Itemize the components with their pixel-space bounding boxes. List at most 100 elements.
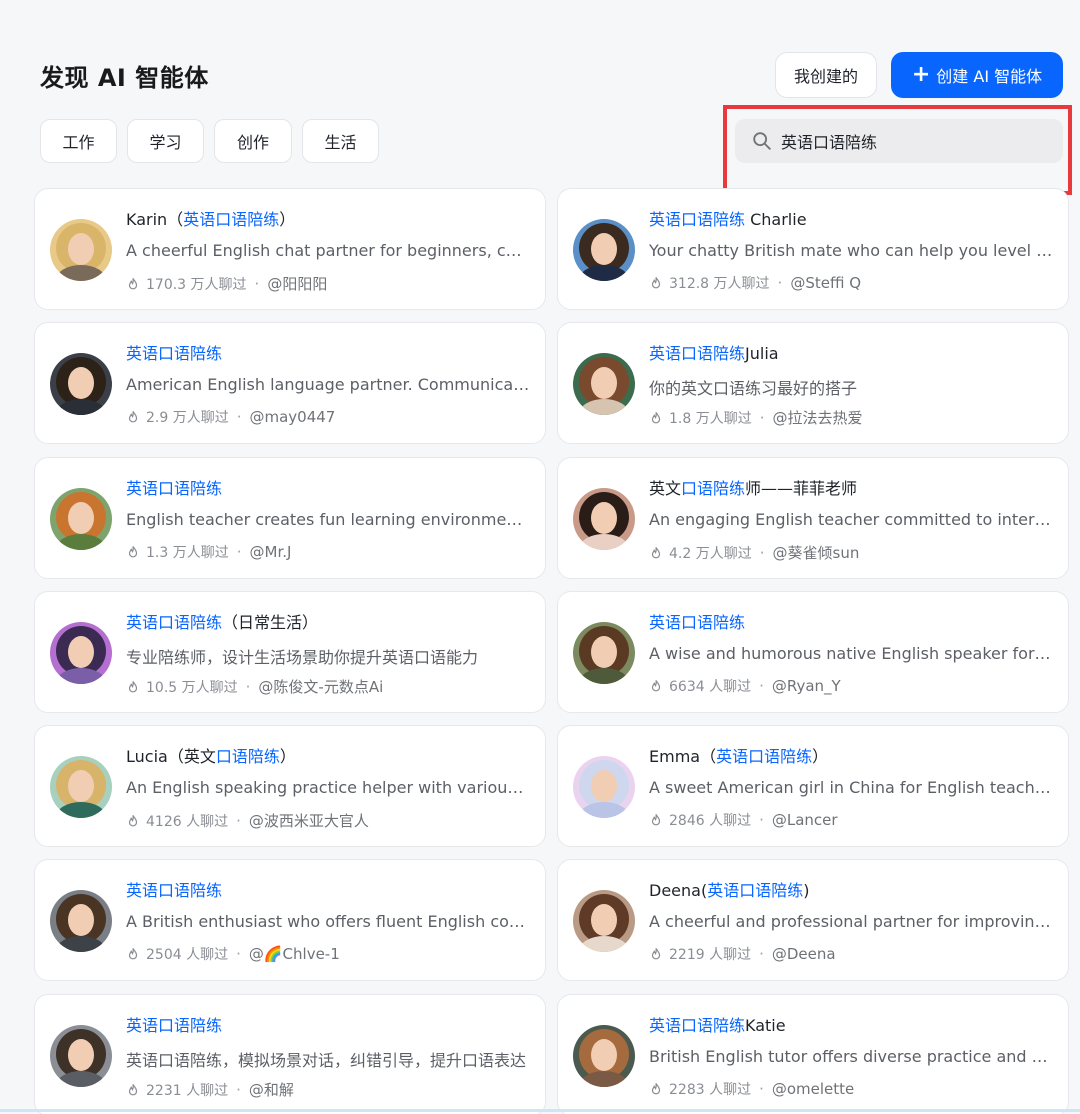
author-handle[interactable]: @🌈Chlve-1 bbox=[249, 945, 340, 963]
agent-card[interactable]: Deena(英语口语陪练) A cheerful and professional… bbox=[557, 859, 1069, 981]
category-tab-study[interactable]: 学习 bbox=[127, 119, 204, 163]
agent-name: 英语口语陪练 bbox=[126, 475, 222, 499]
flame-icon bbox=[651, 411, 661, 423]
agent-card[interactable]: Karin（英语口语陪练） A cheerful English chat par… bbox=[34, 188, 546, 310]
chat-count: 2231 人聊过 bbox=[146, 1082, 229, 1099]
author-handle[interactable]: @Ryan_Y bbox=[772, 677, 841, 695]
agent-description: British English tutor offers diverse pra… bbox=[649, 1047, 1053, 1066]
avatar bbox=[573, 488, 635, 550]
avatar bbox=[50, 219, 112, 281]
flame-icon bbox=[128, 680, 138, 692]
flame-icon bbox=[651, 546, 661, 558]
page-title: 发现 AI 智能体 bbox=[40, 64, 209, 92]
name-keyword-highlight: 英语口语陪练 bbox=[126, 479, 223, 498]
avatar bbox=[573, 1025, 635, 1087]
agent-card[interactable]: 英语口语陪练 American English language partner.… bbox=[34, 322, 546, 444]
avatar bbox=[573, 756, 635, 818]
author-handle[interactable]: @Deena bbox=[772, 945, 836, 963]
name-text: ） bbox=[279, 747, 296, 766]
agent-card[interactable]: Lucia（英文口语陪练） An English speaking practic… bbox=[34, 725, 546, 847]
name-text: ） bbox=[812, 747, 829, 766]
avatar bbox=[573, 890, 635, 952]
agent-card[interactable]: 英语口语陪练 A British enthusiast who offers fl… bbox=[34, 859, 546, 981]
name-keyword-highlight: 英语口语陪练 bbox=[649, 344, 746, 363]
name-text: Lucia（英文 bbox=[126, 747, 216, 766]
separator-dot: · bbox=[759, 677, 764, 695]
author-handle[interactable]: @阳阳阳 bbox=[267, 273, 327, 294]
agent-card[interactable]: 英语口语陪练 英语口语陪练，模拟场景对话，纠错引导，提升口语表达 2231 人聊过 ·… bbox=[34, 994, 546, 1114]
category-label: 生活 bbox=[324, 133, 357, 152]
avatar bbox=[50, 890, 112, 952]
author-handle[interactable]: @may0447 bbox=[250, 408, 336, 426]
agent-description: American English language partner. Commu… bbox=[126, 375, 530, 394]
discover-page: 发现 AI 智能体 我创建的 + 创建 AI 智能体 工作 学习 创作 生活 K… bbox=[0, 0, 1080, 1114]
create-agent-button[interactable]: + 创建 AI 智能体 bbox=[891, 52, 1063, 98]
agent-description: A cheerful English chat partner for begi… bbox=[126, 241, 530, 260]
agent-card[interactable]: 英语口语陪练Julia 你的英文口语练习最好的搭子 1.8 万人聊过 · @拉法去热爱 bbox=[557, 322, 1069, 444]
name-keyword-highlight: 英语口语陪练 bbox=[649, 210, 746, 229]
name-text: Katie bbox=[745, 1016, 786, 1035]
category-tab-create[interactable]: 创作 bbox=[214, 119, 292, 163]
agent-meta: 2231 人聊过 · @和解 bbox=[126, 1079, 294, 1100]
agent-name: 英语口语陪练 bbox=[126, 877, 222, 901]
name-keyword-highlight: 英语口语陪练 bbox=[707, 881, 804, 900]
agent-card[interactable]: 英语口语陪练 Charlie Your chatty British mate w… bbox=[557, 188, 1069, 310]
flame-icon bbox=[651, 277, 661, 289]
avatar bbox=[573, 622, 635, 684]
bottom-divider bbox=[0, 1109, 1080, 1112]
agent-description: 专业陪练师，设计生活场景助你提升英语口语能力 bbox=[126, 648, 479, 667]
agent-name: Lucia（英文口语陪练） bbox=[126, 743, 296, 767]
name-text: Charlie bbox=[745, 210, 807, 229]
name-text: Karin（ bbox=[126, 210, 184, 229]
flame-icon bbox=[128, 546, 138, 558]
name-text: ） bbox=[279, 210, 296, 229]
name-text: 英文 bbox=[649, 479, 682, 498]
agent-card[interactable]: 英文口语陪练师——菲菲老师 An engaging English teacher… bbox=[557, 457, 1069, 579]
author-handle[interactable]: @和解 bbox=[249, 1079, 294, 1100]
avatar bbox=[50, 353, 112, 415]
name-keyword-highlight: 口语陪练 bbox=[681, 479, 746, 498]
agent-description: Your chatty British mate who can help yo… bbox=[649, 241, 1053, 260]
agent-name: 英语口语陪练 bbox=[649, 609, 745, 633]
avatar bbox=[573, 219, 635, 281]
agent-description: A sweet American girl in China for Engli… bbox=[649, 778, 1053, 797]
chat-count: 1.3 万人聊过 bbox=[146, 545, 229, 561]
agent-meta: 6634 人聊过 · @Ryan_Y bbox=[649, 676, 841, 696]
agent-meta: 2846 人聊过 · @Lancer bbox=[649, 810, 838, 830]
agent-card[interactable]: 英语口语陪练（日常生活） 专业陪练师，设计生活场景助你提升英语口语能力 10.5 万… bbox=[34, 591, 546, 713]
agent-name: Deena(英语口语陪练) bbox=[649, 877, 809, 901]
author-handle[interactable]: @波西米亚大官人 bbox=[249, 810, 369, 831]
author-handle[interactable]: @陈俊文-元数点Ai bbox=[258, 676, 383, 697]
name-keyword-highlight: 口语陪练 bbox=[215, 747, 280, 766]
agent-name: 英语口语陪练 Charlie bbox=[649, 206, 807, 230]
agent-card[interactable]: 英语口语陪练Katie British English tutor offers … bbox=[557, 994, 1069, 1114]
name-keyword-highlight: 英语口语陪练 bbox=[183, 210, 280, 229]
author-handle[interactable]: @拉法去热爱 bbox=[773, 407, 863, 428]
separator-dot: · bbox=[236, 1080, 241, 1099]
name-keyword-highlight: 英语口语陪练 bbox=[716, 747, 813, 766]
author-handle[interactable]: @Lancer bbox=[772, 811, 838, 829]
flame-icon bbox=[128, 411, 138, 423]
agent-card[interactable]: 英语口语陪练 English teacher creates fun learni… bbox=[34, 457, 546, 579]
author-handle[interactable]: @葵雀倾sun bbox=[773, 542, 860, 563]
name-text: （日常生活） bbox=[222, 613, 319, 632]
author-handle[interactable]: @Mr.J bbox=[250, 543, 292, 561]
agent-name: 英语口语陪练（日常生活） bbox=[126, 609, 318, 633]
author-handle[interactable]: @omelette bbox=[772, 1080, 854, 1098]
separator-dot: · bbox=[759, 1080, 764, 1098]
agent-meta: 2219 人聊过 · @Deena bbox=[649, 944, 836, 964]
agent-card[interactable]: 英语口语陪练 A wise and humorous native English… bbox=[557, 591, 1069, 713]
agent-name: 英语口语陪练 bbox=[126, 340, 222, 364]
author-handle[interactable]: @Steffi Q bbox=[790, 274, 861, 292]
category-tab-life[interactable]: 生活 bbox=[302, 119, 379, 163]
name-keyword-highlight: 英语口语陪练 bbox=[126, 613, 223, 632]
my-created-label: 我创建的 bbox=[793, 67, 858, 86]
my-created-button[interactable]: 我创建的 bbox=[775, 52, 877, 98]
agent-meta: 4126 人聊过 · @波西米亚大官人 bbox=[126, 810, 369, 831]
agent-meta: 312.8 万人聊过 · @Steffi Q bbox=[649, 273, 861, 293]
agent-card[interactable]: Emma（英语口语陪练） A sweet American girl in Chi… bbox=[557, 725, 1069, 847]
agent-meta: 170.3 万人聊过 · @阳阳阳 bbox=[126, 273, 327, 294]
category-tab-work[interactable]: 工作 bbox=[40, 119, 117, 163]
flame-icon bbox=[651, 680, 661, 692]
category-label: 工作 bbox=[62, 133, 95, 152]
